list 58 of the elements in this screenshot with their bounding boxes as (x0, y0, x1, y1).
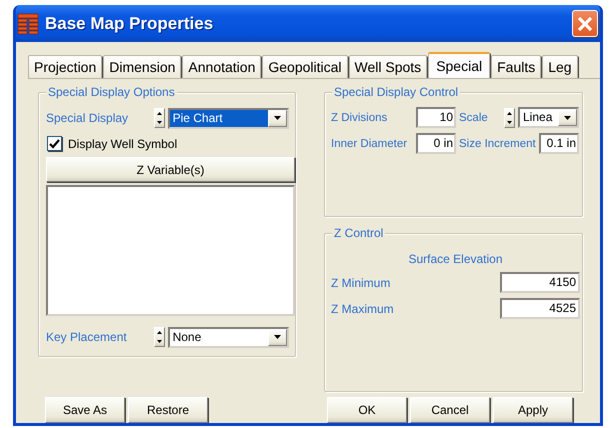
field-label: Scale (459, 110, 488, 126)
up-arrow-icon (156, 112, 162, 115)
spin-button[interactable] (154, 108, 165, 128)
dropdown-button[interactable] (268, 110, 287, 126)
caret-icon (274, 116, 281, 120)
checkbox-label: Display Well Symbol (68, 136, 178, 150)
group-title: Special Display Control (332, 85, 460, 100)
down-arrow-icon (156, 340, 162, 343)
dropdown[interactable]: Pie Chart (168, 108, 289, 128)
dropdown-button[interactable] (558, 109, 577, 126)
dropdown[interactable]: Linea (518, 107, 579, 128)
input-field[interactable]: 10 (416, 107, 456, 128)
dropdown[interactable]: None (168, 326, 289, 348)
input-field[interactable]: 0.1 in (539, 133, 579, 154)
tab[interactable]: Well Spots (348, 55, 428, 78)
section-heading: Surface Elevation (407, 252, 504, 266)
group-title: Special Display Options (46, 85, 177, 100)
caret-icon (274, 335, 281, 339)
tab[interactable]: Dimension (103, 55, 182, 78)
dialog-button[interactable]: Apply (493, 397, 573, 423)
down-arrow-icon (507, 120, 512, 124)
close-icon (577, 16, 593, 32)
tab[interactable]: Geopolitical (262, 55, 348, 78)
field-label: Special Display (46, 111, 130, 125)
tab[interactable]: Special (428, 52, 490, 78)
dialog-button[interactable]: Restore (128, 397, 208, 423)
spin-button[interactable] (504, 108, 515, 128)
field-label: Size Increment (459, 136, 537, 152)
dialog-button[interactable]: Cancel (410, 397, 490, 423)
field-label: Key Placement (46, 330, 128, 344)
down-arrow-icon (156, 121, 162, 124)
field-label: Inner Diameter (331, 136, 408, 152)
field-label: Z Divisions (331, 110, 388, 126)
app-icon (17, 12, 39, 34)
field-label: Z Minimum (331, 276, 390, 290)
tab[interactable]: Leg (542, 55, 578, 78)
input-field[interactable]: 4150 (500, 272, 580, 293)
window-title: Base Map Properties (45, 14, 214, 34)
caret-icon (564, 116, 571, 120)
input-field[interactable]: 0 in (416, 133, 456, 154)
dropdown-value: Pie Chart (170, 110, 268, 126)
dialog-button[interactable]: OK (327, 397, 407, 423)
tab[interactable]: Annotation (182, 55, 262, 78)
spin-button[interactable] (154, 327, 165, 347)
dropdown-button[interactable] (268, 328, 287, 346)
input-field[interactable]: 4525 (500, 298, 580, 319)
up-arrow-icon (507, 112, 512, 114)
tab[interactable]: Projection (28, 55, 102, 78)
dropdown-value: None (172, 328, 202, 346)
dropdown-value: Linea (522, 109, 554, 126)
z-variables-button[interactable]: Z Variable(s) (46, 157, 295, 182)
close-button[interactable] (572, 10, 598, 37)
up-arrow-icon (156, 331, 162, 334)
list-box[interactable] (46, 185, 295, 316)
checkbox[interactable] (47, 136, 62, 151)
tab[interactable]: Faults (491, 55, 542, 78)
field-label: Z Maximum (331, 302, 394, 316)
dialog-button[interactable]: Save As (45, 397, 125, 423)
